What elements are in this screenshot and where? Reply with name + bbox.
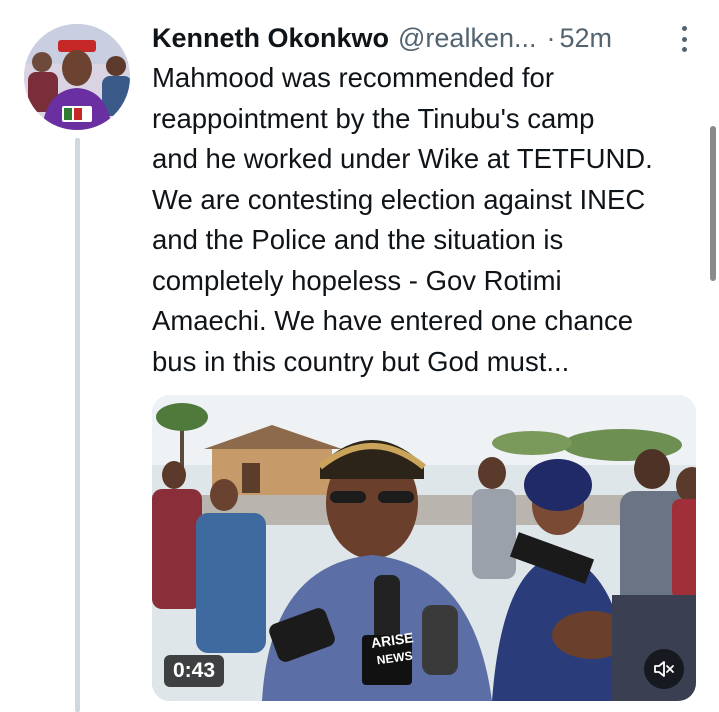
vertical-ellipsis-icon[interactable] [679,26,689,52]
tweet-text-line: and the Police and the situation is [152,224,564,255]
tweet-video[interactable]: ARISE NEWS 0:43 [152,395,696,701]
tweet-text: Mahmood was recommended for reappointmen… [152,58,704,382]
author-name[interactable]: Kenneth Okonkwo [152,23,389,54]
separator-dot: · [546,22,556,53]
tweet-header: Kenneth Okonkwo @realken... · 52m [152,20,697,56]
tweet-text-line: reappointment by the Tinubu's camp [152,102,595,134]
author-handle[interactable]: @realken... [398,23,536,54]
thread-connector-line [75,138,80,712]
tweet-text-line: We are contesting election against INEC [152,183,646,215]
scrollbar-thumb[interactable] [710,126,716,281]
mic-flag-logo: ARISE NEWS [363,627,425,678]
video-thumbnail [152,395,696,701]
avatar-photo [24,24,130,130]
speaker-muted-icon[interactable] [644,649,684,689]
video-duration-badge: 0:43 [164,655,225,687]
author-avatar[interactable] [24,24,130,130]
tweet-text-line: completely hopeless - Gov Rotimi [152,264,562,296]
tweet-text-line: Amaechi. We have entered one chance [152,305,634,336]
tweet-text-line: Mahmood was recommended for [152,62,554,93]
tweet-text-line: bus in this country but God must... [152,345,570,377]
tweet-text-line: and he worked under Wike at TETFUND. [152,143,653,174]
tweet-timestamp[interactable]: 52m [559,23,612,54]
